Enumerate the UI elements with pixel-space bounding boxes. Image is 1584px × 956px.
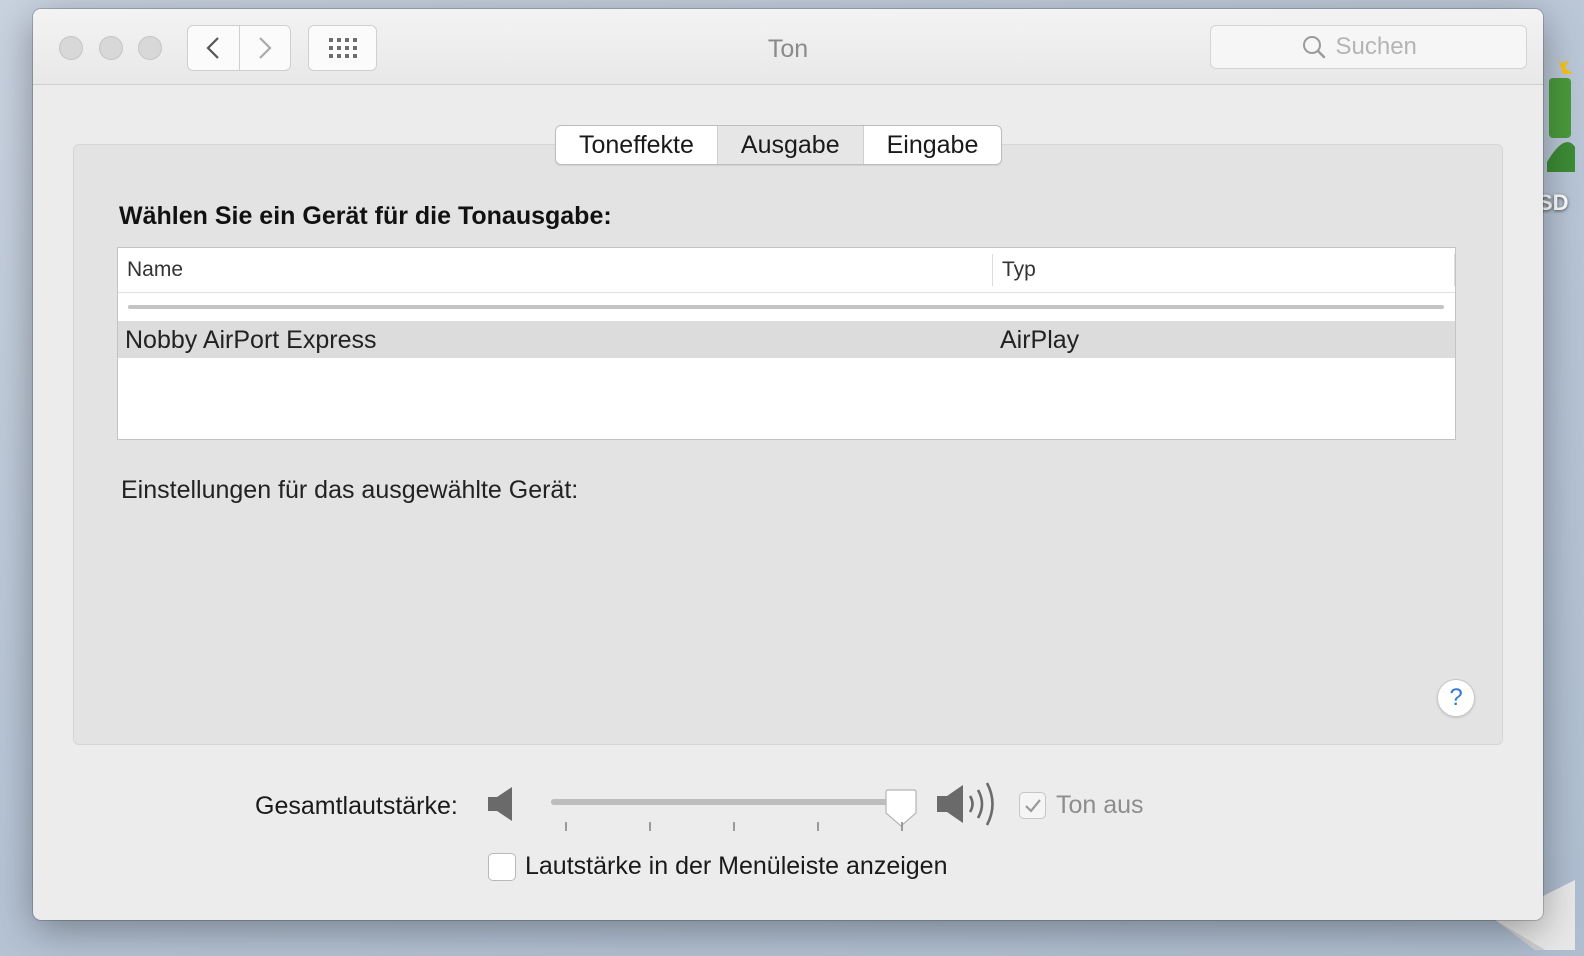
slider-tick: [565, 822, 567, 831]
device-type: AirPlay: [1000, 326, 1080, 354]
show-volume-in-menubar-label: Lautstärke in der Menüleiste anzeigen: [525, 852, 948, 880]
column-divider: [1454, 254, 1455, 286]
output-device-table[interactable]: Name Typ Nobby AirPort Express AirPlay: [117, 247, 1456, 440]
column-header-type[interactable]: Typ: [1002, 258, 1036, 282]
tab-ausgabe[interactable]: Ausgabe: [716, 126, 863, 164]
mute-checkbox-box[interactable]: [1019, 792, 1046, 819]
device-settings-label: Einstellungen für das ausgewählte Gerät:: [121, 476, 579, 504]
title-bar: Ton: [33, 9, 1543, 85]
show-volume-in-menubar-checkbox[interactable]: Lautstärke in der Menüleiste anzeigen: [488, 852, 948, 881]
search-input[interactable]: [1335, 33, 1436, 61]
speaker-high-icon: [937, 782, 994, 826]
slider-tick: [901, 822, 903, 831]
column-header-name[interactable]: Name: [127, 258, 183, 282]
table-separator: [128, 305, 1444, 309]
output-volume-label: Gesamtlautstärke:: [255, 792, 458, 820]
desktop-app-icon[interactable]: [1545, 52, 1575, 172]
sound-preferences-window: Ton Toneffekte Ausgabe Eingabe Wählen Si…: [33, 9, 1543, 920]
search-icon: [1302, 36, 1325, 59]
menubar-checkbox-box[interactable]: [488, 852, 516, 881]
tab-eingabe[interactable]: Eingabe: [862, 126, 1002, 164]
device-name: Nobby AirPort Express: [125, 326, 377, 354]
speaker-low-icon: [488, 787, 512, 821]
slider-tick: [817, 822, 819, 831]
mute-checkbox[interactable]: Ton aus: [1019, 791, 1144, 820]
search-field[interactable]: [1210, 25, 1527, 69]
table-header: Name Typ: [118, 248, 1455, 293]
tab-bar: Toneffekte Ausgabe Eingabe: [555, 125, 1003, 165]
mute-label: Ton aus: [1056, 791, 1144, 819]
column-divider: [992, 254, 993, 286]
volume-slider-fill: [551, 799, 901, 805]
volume-slider-track[interactable]: [551, 799, 901, 805]
tab-content-panel: [73, 144, 1503, 745]
output-device-heading: Wählen Sie ein Gerät für die Tonausgabe:: [119, 202, 612, 230]
slider-tick: [649, 822, 651, 831]
checkmark-icon: [1024, 798, 1041, 813]
table-row[interactable]: Nobby AirPort Express AirPlay: [118, 321, 1455, 358]
tab-toneffekte[interactable]: Toneffekte: [556, 126, 717, 164]
help-button[interactable]: ?: [1437, 679, 1475, 717]
slider-tick: [733, 822, 735, 831]
